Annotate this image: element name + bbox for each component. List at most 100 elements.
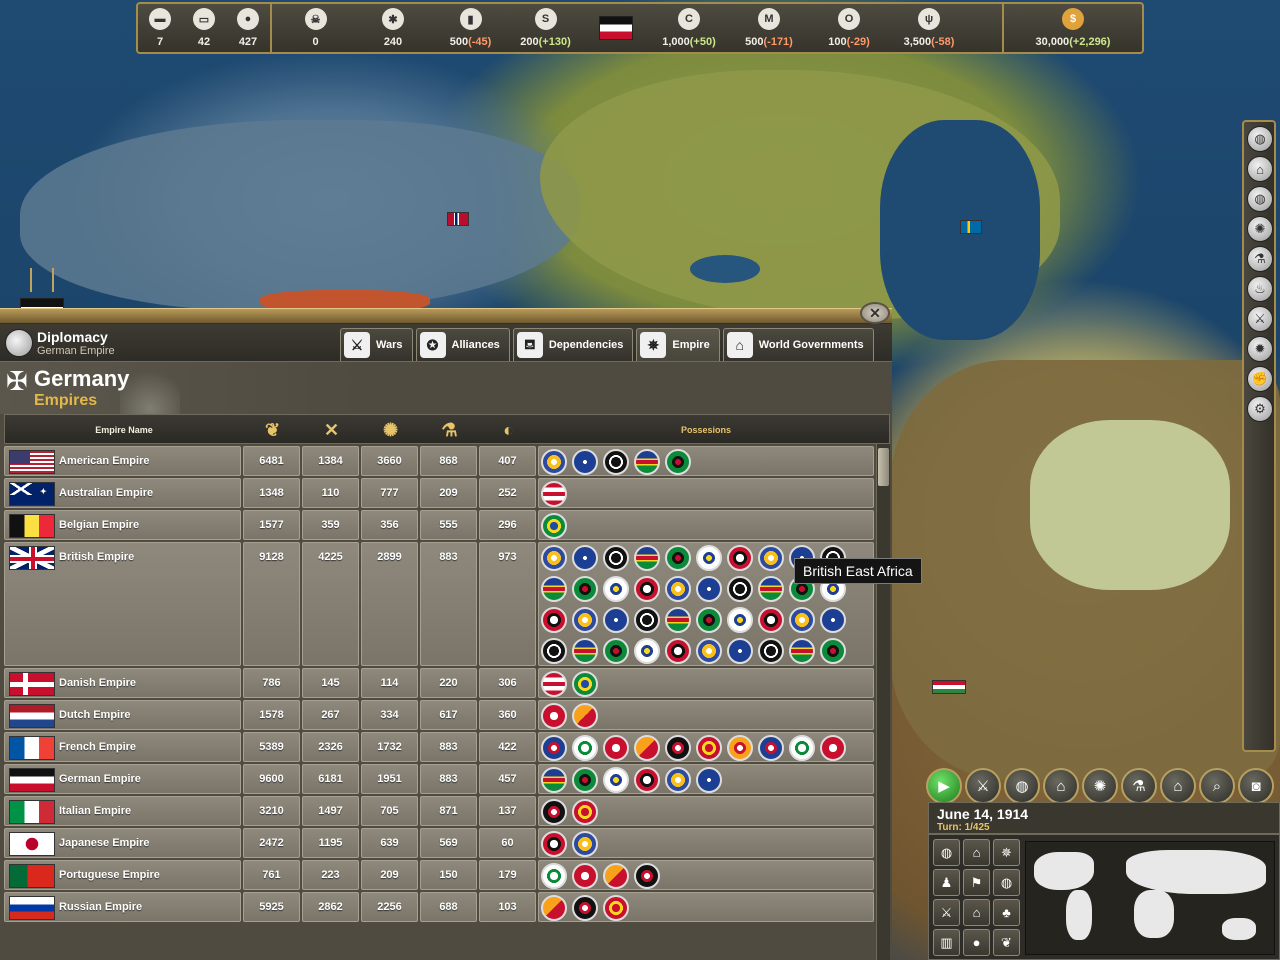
possession-roundel-icon[interactable] [665, 576, 691, 602]
possession-roundel-icon[interactable] [758, 735, 784, 761]
gear-icon[interactable]: ✺ [361, 415, 420, 445]
nation-flag-badge[interactable] [583, 4, 649, 52]
possession-roundel-icon[interactable] [820, 735, 846, 761]
possession-roundel-icon[interactable] [572, 671, 598, 697]
metal-resource[interactable]: M 500(-171) [729, 4, 809, 52]
possession-roundel-icon[interactable] [572, 545, 598, 571]
possession-roundel-icon[interactable] [541, 767, 567, 793]
possession-roundel-icon[interactable] [603, 638, 629, 664]
diplomacy-button[interactable]: ◍ [1247, 186, 1273, 212]
laurel-icon[interactable]: ❦ [243, 415, 302, 445]
search-action-button[interactable]: ⌕ [1199, 768, 1235, 804]
empire-name-cell[interactable]: Portuguese Empire [4, 860, 241, 890]
possession-roundel-icon[interactable] [541, 863, 567, 889]
table-row[interactable]: British Empire 9128 4225 2899 883 973 [4, 542, 874, 695]
ball-icon[interactable]: ◐ [479, 415, 538, 445]
map-population-button[interactable]: ♟ [933, 869, 960, 896]
possession-roundel-icon[interactable] [541, 545, 567, 571]
possession-roundel-icon[interactable] [665, 607, 691, 633]
possession-roundel-icon[interactable] [572, 863, 598, 889]
government-button[interactable]: ⌂ [1247, 156, 1273, 182]
possession-roundel-icon[interactable] [603, 607, 629, 633]
table-row[interactable]: Danish Empire 786 145 114 220 306 [4, 668, 874, 698]
possession-roundel-icon[interactable] [572, 735, 598, 761]
possession-roundel-icon[interactable] [758, 576, 784, 602]
empire-name-cell[interactable]: ✦ Australian Empire [4, 478, 241, 508]
possession-roundel-icon[interactable] [634, 735, 660, 761]
map-forest-button[interactable]: ♣ [993, 899, 1020, 926]
military-button[interactable]: ⚔ [1247, 306, 1273, 332]
possession-roundel-icon[interactable] [603, 545, 629, 571]
table-row[interactable]: Italian Empire 3210 1497 705 871 137 [4, 796, 874, 826]
research-action-button[interactable]: ⚗ [1121, 768, 1157, 804]
tab-alliances[interactable]: ✪ Alliances [415, 328, 510, 361]
settings-button[interactable]: ⚙ [1247, 396, 1273, 422]
possession-roundel-icon[interactable] [696, 545, 722, 571]
research-button[interactable]: ⚗ [1247, 246, 1273, 272]
camera-action-button[interactable]: ◙ [1238, 768, 1274, 804]
tab-empire[interactable]: ✵ Empire [636, 328, 720, 361]
truck-resource[interactable]: ▬ 7 [138, 4, 182, 52]
possession-roundel-icon[interactable] [541, 607, 567, 633]
globe-button[interactable]: ◍ [1247, 126, 1273, 152]
possession-roundel-icon[interactable] [665, 735, 691, 761]
fuel-can-resource[interactable]: ▮ 500(-45) [433, 4, 508, 52]
possession-roundel-icon[interactable] [665, 545, 691, 571]
possession-roundel-icon[interactable] [758, 545, 784, 571]
empire-name-cell[interactable]: Danish Empire [4, 668, 241, 698]
possession-roundel-icon[interactable] [727, 638, 753, 664]
empire-name-cell[interactable]: Russian Empire [4, 892, 241, 922]
possession-roundel-icon[interactable] [696, 735, 722, 761]
possession-roundel-icon[interactable] [541, 735, 567, 761]
empire-name-cell[interactable]: Italian Empire [4, 796, 241, 826]
table-row[interactable]: American Empire 6481 1384 3660 868 407 [4, 446, 874, 476]
map-military-button[interactable]: ⚔ [933, 899, 960, 926]
possession-roundel-icon[interactable] [696, 638, 722, 664]
table-row[interactable]: Dutch Empire 1578 267 334 617 360 [4, 700, 874, 730]
fist-button[interactable]: ✊ [1247, 366, 1273, 392]
possession-roundel-icon[interactable] [727, 545, 753, 571]
gas-mask-resource[interactable]: ☠ 0 [278, 4, 353, 52]
possession-roundel-icon[interactable] [665, 449, 691, 475]
possession-roundel-icon[interactable] [541, 638, 567, 664]
tab-dependencies[interactable]: ⛾ Dependencies [512, 328, 634, 361]
scrollbar-thumb[interactable] [878, 448, 889, 486]
oil-resource[interactable]: O 100(-29) [809, 4, 889, 52]
possession-roundel-icon[interactable] [541, 576, 567, 602]
possession-roundel-icon[interactable] [541, 671, 567, 697]
possession-roundel-icon[interactable] [727, 607, 753, 633]
possession-roundel-icon[interactable] [541, 895, 567, 921]
map-supply-button[interactable]: ▥ [933, 929, 960, 956]
coal-resource[interactable]: C 1,000(+50) [649, 4, 729, 52]
possession-roundel-icon[interactable] [634, 607, 660, 633]
possession-roundel-icon[interactable] [572, 449, 598, 475]
industry-button[interactable]: ✺ [1247, 216, 1273, 242]
table-row[interactable]: Portuguese Empire 761 223 209 150 179 [4, 860, 874, 890]
map-food-button[interactable]: ● [963, 929, 990, 956]
norway-flag-marker[interactable] [447, 212, 469, 226]
table-row[interactable]: French Empire 5389 2326 1732 883 422 [4, 732, 874, 762]
possession-roundel-icon[interactable] [572, 799, 598, 825]
baltic-provinces-region[interactable] [1030, 420, 1230, 590]
column-empire-name[interactable]: Empire Name [5, 415, 243, 445]
possession-roundel-icon[interactable] [727, 576, 753, 602]
steel-resource[interactable]: S 200(+130) [508, 4, 583, 52]
possession-roundel-icon[interactable] [603, 863, 629, 889]
close-button[interactable]: ✕ [860, 302, 890, 324]
possession-roundel-icon[interactable] [665, 638, 691, 664]
grain-sack-resource[interactable]: ● 427 [226, 4, 270, 52]
flask-icon[interactable]: ⚗ [420, 415, 479, 445]
world-minimap[interactable] [1025, 841, 1275, 955]
artillery-resource[interactable]: ✱ 240 [353, 4, 433, 52]
possession-roundel-icon[interactable] [634, 638, 660, 664]
factory-action-button[interactable]: ⌂ [1160, 768, 1196, 804]
possession-roundel-icon[interactable] [572, 576, 598, 602]
norway-region[interactable] [20, 120, 580, 310]
austria-hungary-flag-marker[interactable] [932, 680, 966, 694]
possession-roundel-icon[interactable] [572, 703, 598, 729]
table-row[interactable]: ✦ Australian Empire 1348 110 777 209 252 [4, 478, 874, 508]
next-turn-button[interactable]: ▶ [926, 768, 962, 804]
empire-name-cell[interactable]: Belgian Empire [4, 510, 241, 540]
possession-roundel-icon[interactable] [789, 638, 815, 664]
wheat-resource[interactable]: ψ 3,500(-58) [889, 4, 969, 52]
